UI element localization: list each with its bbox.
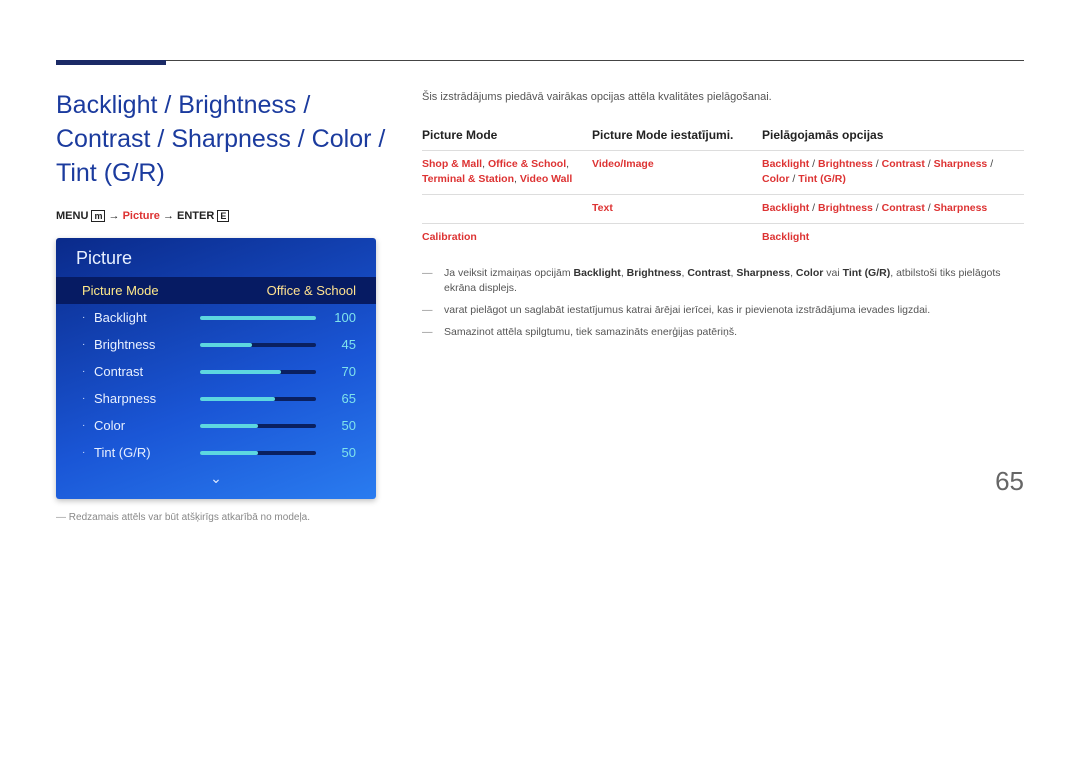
slider-track[interactable] [200,316,316,320]
slider-brightness[interactable]: ·Brightness 45 [56,331,376,358]
table-row: Shop & Mall, Office & School, Terminal &… [422,150,1024,195]
intro-text: Šis izstrādājums piedāvā vairākas opcija… [422,89,1024,106]
page-title: Backlight / Brightness / Contrast / Shar… [56,89,386,190]
table-row: CalibrationBacklight [422,223,1024,252]
slider-value: 50 [326,445,356,460]
slider-track[interactable] [200,397,316,401]
slider-value: 50 [326,418,356,433]
slider-label: Contrast [94,364,190,379]
osd-title: Picture [56,238,376,277]
slider-label: Color [94,418,190,433]
menu-item-picture-mode[interactable]: Picture Mode Office & School [56,277,376,304]
chevron-down-icon[interactable]: ⌄ [56,466,376,499]
menu-value: Office & School [178,283,356,298]
note-line: ―Samazinot attēla spilgtumu, tiek samazi… [422,325,1024,341]
slider-track[interactable] [200,370,316,374]
bullet-icon: · [82,447,94,458]
slider-tint-g-r-[interactable]: ·Tint (G/R) 50 [56,439,376,466]
table-header: Picture Mode Picture Mode iestatījumi. P… [422,120,1024,150]
slider-color[interactable]: ·Color 50 [56,412,376,439]
slider-label: Backlight [94,310,190,325]
note-line: ―varat pielāgot un saglabāt iestatījumus… [422,303,1024,319]
breadcrumb: MENU m → Picture → ENTER E [56,210,386,222]
slider-label: Sharpness [94,391,190,406]
bullet-icon: · [82,312,94,323]
bullet-icon: · [82,339,94,350]
bullet-icon: · [82,393,94,404]
slider-label: Tint (G/R) [94,445,190,460]
slider-contrast[interactable]: ·Contrast 70 [56,358,376,385]
slider-value: 70 [326,364,356,379]
enter-icon: E [217,210,229,222]
menu-icon: m [91,210,105,222]
bullet-icon: · [82,420,94,431]
slider-label: Brightness [94,337,190,352]
slider-backlight[interactable]: ·Backlight 100 [56,304,376,331]
note-line: ―Ja veiksit izmaiņas opcijām Backlight, … [422,266,1024,298]
menu-label: Picture Mode [82,283,178,298]
slider-sharpness[interactable]: ·Sharpness 65 [56,385,376,412]
slider-value: 65 [326,391,356,406]
table-row: TextBacklight / Brightness / Contrast / … [422,194,1024,223]
osd-panel: Picture Picture Mode Office & School ·Ba… [56,238,376,499]
osd-footnote: ― Redzamais attēls var būt atšķirīgs atk… [56,511,386,525]
slider-value: 45 [326,337,356,352]
slider-track[interactable] [200,343,316,347]
bullet-icon: · [82,366,94,377]
slider-value: 100 [326,310,356,325]
page-number: 65 [995,466,1024,497]
slider-track[interactable] [200,451,316,455]
section-rule [56,60,166,65]
slider-track[interactable] [200,424,316,428]
